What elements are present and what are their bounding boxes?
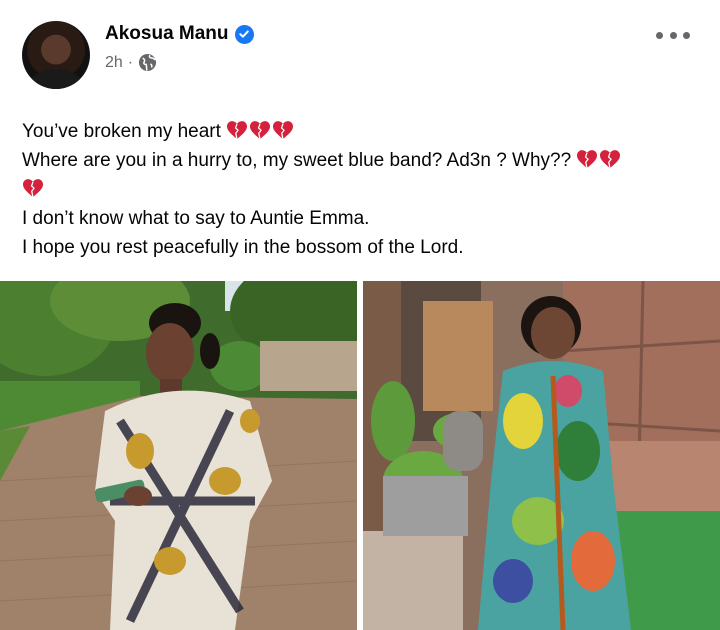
post-line-3: I don’t know what to say to Auntie Emma. xyxy=(22,208,370,229)
broken-heart-emoji xyxy=(227,121,248,140)
photo-1-image xyxy=(0,281,357,630)
post-photo-1[interactable] xyxy=(0,281,357,630)
post-line-2: Where are you in a hurry to, my sweet bl… xyxy=(22,146,702,175)
avatar-silhouette xyxy=(30,69,82,89)
broken-heart-emoji xyxy=(600,150,621,169)
post-line-4: I hope you rest peacefully in the bossom… xyxy=(22,237,464,258)
verified-badge-icon xyxy=(234,24,254,44)
post-meta: 2h · xyxy=(105,53,157,72)
broken-heart-emoji xyxy=(577,150,598,169)
broken-heart-emoji xyxy=(273,121,294,140)
post-header: Akosua Manu 2h · xyxy=(0,0,720,100)
post-timestamp[interactable]: 2h xyxy=(105,54,123,72)
author-name[interactable]: Akosua Manu xyxy=(105,23,229,45)
broken-heart-emoji xyxy=(23,179,43,198)
photo-2-image xyxy=(363,281,720,630)
author-name-row: Akosua Manu xyxy=(105,22,254,46)
post-line-1: You’ve broken my heart xyxy=(22,117,702,146)
meta-separator: · xyxy=(127,53,134,71)
more-options-icon[interactable] xyxy=(656,27,690,43)
post-line-2-wrap xyxy=(22,175,702,204)
globe-icon[interactable] xyxy=(138,53,157,72)
broken-heart-emoji xyxy=(250,121,271,140)
post-photo-2[interactable] xyxy=(363,281,720,630)
author-avatar[interactable] xyxy=(22,21,90,89)
post-body: You’ve broken my heart Where are you in … xyxy=(22,117,702,262)
